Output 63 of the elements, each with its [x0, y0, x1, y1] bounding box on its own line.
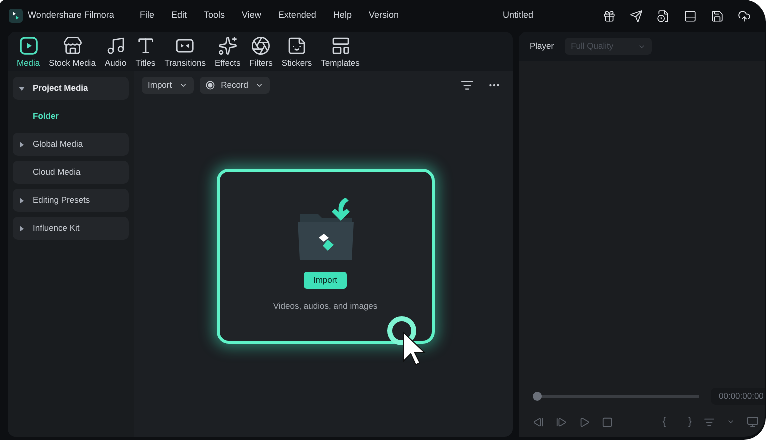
tab[interactable]: Transitions	[162, 36, 209, 68]
record-icon	[206, 81, 216, 90]
stop-icon[interactable]	[602, 416, 613, 428]
layout-icon[interactable]	[684, 10, 697, 22]
tab[interactable]: Audio	[102, 36, 130, 68]
drop-zone[interactable]: Import Videos, audios, and images	[216, 169, 434, 344]
sidebar-item[interactable]: Global Media	[13, 133, 129, 156]
app-name: Wondershare Filmora	[28, 9, 116, 22]
previous-frame-icon[interactable]	[533, 416, 544, 428]
music-icon	[106, 36, 126, 56]
chevron-down-icon	[179, 81, 188, 90]
playhead[interactable]	[533, 392, 542, 400]
chevron-down-icon	[254, 81, 264, 90]
tab[interactable]: Templates	[318, 36, 363, 68]
cursor-icon	[386, 315, 426, 367]
cloud-upload-icon[interactable]	[738, 10, 751, 22]
import-dropdown[interactable]: Import	[142, 77, 194, 94]
tab[interactable]: Titles	[132, 36, 159, 68]
sidebar-item[interactable]: Project Media	[13, 77, 129, 100]
drop-hint: Videos, audios, and images	[273, 300, 378, 313]
sparkle-icon	[218, 36, 238, 56]
timecode: 00:00:00:00	[711, 388, 765, 404]
sidebar-item[interactable]: Folder	[13, 105, 129, 128]
triangle-right-icon	[19, 142, 25, 148]
import-button[interactable]: Import	[304, 272, 347, 289]
triangle-down-icon	[19, 86, 25, 92]
media-icon	[18, 36, 39, 56]
sticker-icon	[287, 36, 308, 56]
gift-icon[interactable]	[603, 10, 616, 22]
sidebar-item[interactable]: Editing Presets	[13, 189, 129, 212]
filter-icon[interactable]	[461, 79, 474, 92]
tab[interactable]: Filters	[246, 36, 276, 68]
logo-icon	[9, 9, 23, 23]
aperture-icon	[251, 36, 272, 56]
save-icon[interactable]	[711, 10, 724, 22]
menu-item[interactable]: Version	[364, 9, 403, 23]
triangle-right-icon	[19, 198, 25, 204]
tab[interactable]: Stock Media	[46, 36, 99, 68]
text-icon	[136, 36, 156, 56]
triangle-right-icon	[19, 226, 25, 232]
record-dropdown[interactable]: Record	[200, 77, 270, 94]
monitor-icon[interactable]	[747, 416, 759, 428]
menu-item[interactable]: Extended	[274, 9, 320, 23]
tab[interactable]: Stickers	[278, 36, 316, 68]
player-label: Player	[530, 40, 554, 53]
chevron-down-icon[interactable]	[727, 418, 735, 426]
tab[interactable]: Media	[14, 36, 44, 68]
menu-item[interactable]: Tools	[200, 9, 230, 23]
template-icon	[330, 36, 351, 56]
document-icon[interactable]	[657, 10, 670, 22]
store-icon	[62, 36, 83, 56]
project-title: Untitled	[502, 9, 534, 22]
send-icon[interactable]	[630, 10, 643, 22]
next-frame-icon[interactable]	[556, 416, 567, 428]
menu-item[interactable]: File	[136, 9, 159, 23]
sidebar-item[interactable]: Influence Kit	[13, 217, 129, 240]
menu-item[interactable]: Help	[329, 9, 356, 23]
play-icon[interactable]	[579, 416, 590, 428]
menu-item[interactable]: Edit	[168, 9, 192, 23]
menu-item[interactable]: View	[238, 9, 266, 23]
marker-icon[interactable]	[704, 416, 715, 428]
sidebar-item[interactable]: Cloud Media	[13, 161, 129, 184]
tab[interactable]: Effects	[212, 36, 244, 68]
